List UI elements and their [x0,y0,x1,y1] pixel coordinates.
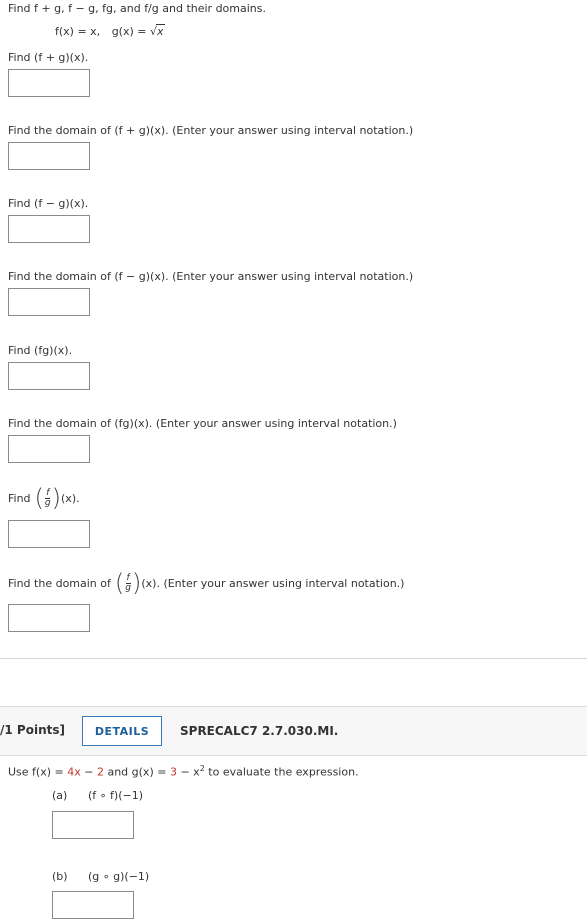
g-definition: g(x) = [111,25,150,38]
question-domain-f-over-g-prefix: Find the domain of [8,576,111,590]
fraction-f-over-g-2: ( fg ) [114,569,142,597]
details-button[interactable]: DETAILS [82,716,162,746]
part-b-expression: (g ∘ g)(−1) [88,870,150,883]
question-domain-f-minus-g: Find the domain of (f − g)(x). (Enter yo… [8,270,414,283]
question-f-minus-g: Find (f − g)(x). [8,197,89,210]
answer-domain-f-over-g[interactable] [8,604,90,632]
function-definitions: f(x) = x, g(x) = √x [55,24,165,38]
question-f-over-g-suffix: (x). [61,491,80,505]
fraction-denominator-2: g [125,582,131,593]
answer-domain-f-minus-g[interactable] [8,288,90,316]
g-radicand: x [156,24,165,38]
part-a-label: (a) [52,789,68,802]
answer-domain-f-plus-g[interactable] [8,142,90,170]
problem-code: SPRECALC7 2.7.030.MI. [180,724,339,738]
g-expr-minus-x: − x [176,765,200,779]
question-domain-f-over-g-suffix: (x). (Enter your answer using interval n… [141,576,405,590]
question-domain-f-over-g: Find the domain of ( fg ) (x). (Enter yo… [8,569,405,597]
answer-f-over-g[interactable] [8,520,90,548]
and-g: and g(x) = [103,765,170,779]
answer-f-minus-g[interactable] [8,215,90,243]
answer-part-b[interactable] [52,891,134,919]
problem-intro: Find f + g, f − g, fg, and f/g and their… [8,2,266,15]
fraction-denominator: g [44,497,51,508]
problem2-statement: Use f(x) = 4x − 2 and g(x) = 3 − x2 to e… [8,764,359,779]
use-prefix: Use f(x) = [8,765,64,779]
answer-part-a[interactable] [52,811,134,839]
points-label: /1 Points] [0,723,65,737]
part-b-label: (b) [52,870,68,883]
f-definition: f(x) = x, [55,25,101,38]
section-divider [0,658,587,659]
question-domain-f-plus-g: Find the domain of (f + g)(x). (Enter yo… [8,124,414,137]
g-expr-term1: 3 [169,765,177,779]
use-suffix: to evaluate the expression. [204,765,359,779]
fraction-numerator-2: f [125,572,131,584]
f-expr-term1: 4x [67,765,81,779]
question-domain-fg: Find the domain of (fg)(x). (Enter your … [8,417,397,430]
part-a-expression: (f ∘ f)(−1) [88,789,144,802]
question-f-plus-g: Find (f + g)(x). [8,51,89,64]
fraction-numerator: f [45,487,51,499]
question-f-over-g: Find ( fg ) (x). [8,484,80,512]
f-expr-term2: 2 [96,765,104,779]
f-expr-minus: − [80,765,97,779]
question-f-over-g-prefix: Find [8,491,31,505]
question-fg: Find (fg)(x). [8,344,73,357]
answer-domain-fg[interactable] [8,435,90,463]
answer-f-plus-g[interactable] [8,69,90,97]
fraction-f-over-g: ( fg ) [34,484,62,512]
answer-fg[interactable] [8,362,90,390]
